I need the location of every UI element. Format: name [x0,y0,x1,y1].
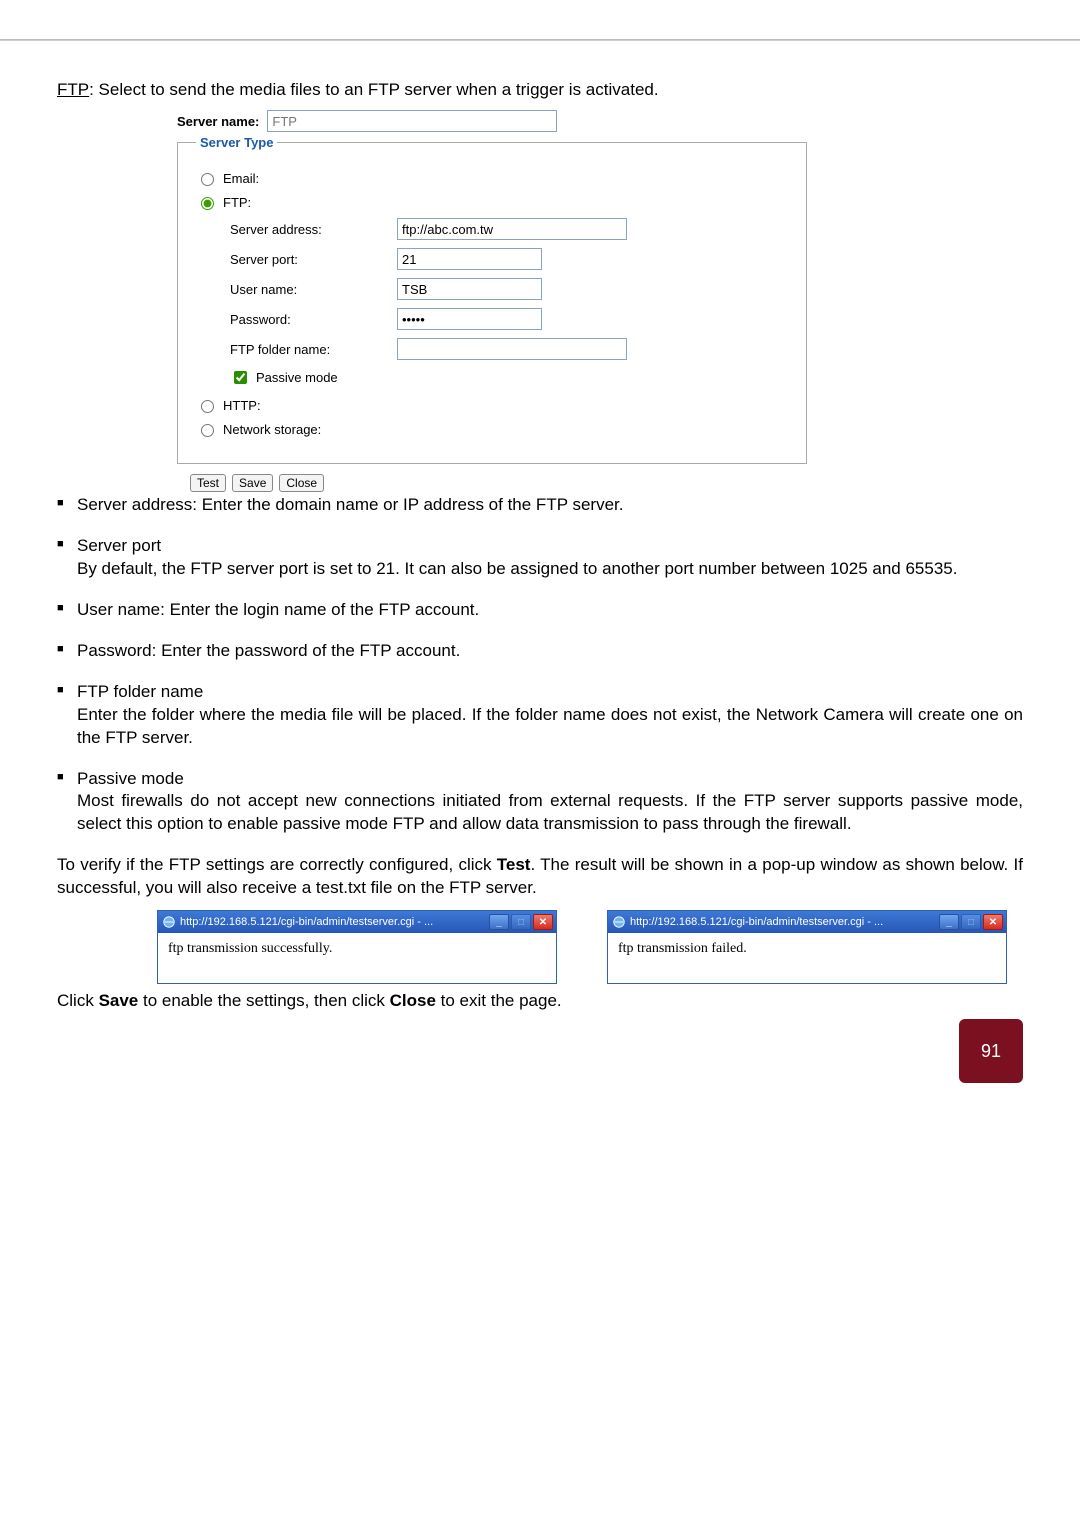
server-address-label: Server address: [230,222,385,237]
radio-email-label: Email: [223,171,259,186]
intro-text: : Select to send the media files to an F… [89,80,658,99]
ie-icon [162,915,176,929]
ftp-folder-input[interactable] [397,338,627,360]
test-button[interactable]: Test [190,474,226,492]
maximize-icon[interactable]: □ [961,914,981,930]
popup-url: http://192.168.5.121/cgi-bin/admin/tests… [630,916,935,928]
minimize-icon[interactable]: _ [939,914,959,930]
save-button[interactable]: Save [232,474,273,492]
ftp-folder-label: FTP folder name: [230,342,385,357]
close-icon[interactable]: ✕ [983,914,1003,930]
test-paragraph: To verify if the FTP settings are correc… [57,854,1023,900]
bullet-passive-mode: Passive mode Most firewalls do not accep… [57,768,1023,837]
bullet-user-name: User name: Enter the login name of the F… [57,599,1023,622]
bullet-server-port: Server port By default, the FTP server p… [57,535,1023,581]
server-address-input[interactable] [397,218,627,240]
bullet-password: Password: Enter the password of the FTP … [57,640,1023,663]
passive-mode-checkbox[interactable] [234,371,247,384]
ftp-keyword: FTP [57,80,89,99]
ie-icon [612,915,626,929]
server-port-input[interactable] [397,248,542,270]
radio-network-storage[interactable] [201,424,214,437]
passive-mode-label: Passive mode [256,370,338,385]
popup-titlebar: http://192.168.5.121/cgi-bin/admin/tests… [158,911,556,933]
user-name-input[interactable] [397,278,542,300]
radio-http-label: HTTP: [223,398,261,413]
password-label: Password: [230,312,385,327]
close-button[interactable]: Close [279,474,324,492]
bullet-ftp-folder: FTP folder name Enter the folder where t… [57,681,1023,750]
maximize-icon[interactable]: □ [511,914,531,930]
radio-ftp[interactable] [201,197,214,210]
radio-network-storage-label: Network storage: [223,422,321,437]
server-port-label: Server port: [230,252,385,267]
radio-http[interactable] [201,400,214,413]
popup-titlebar: http://192.168.5.121/cgi-bin/admin/tests… [608,911,1006,933]
radio-ftp-label: FTP: [223,195,251,210]
popup-url: http://192.168.5.121/cgi-bin/admin/tests… [180,916,485,928]
password-input[interactable] [397,308,542,330]
server-type-legend: Server Type [196,135,277,150]
header-bar [0,0,1080,40]
popup-success-body: ftp transmission successfully. [158,933,556,983]
server-name-input[interactable] [267,110,557,132]
bullet-server-address: Server address: Enter the domain name or… [57,494,1023,517]
popup-failed: http://192.168.5.121/cgi-bin/admin/tests… [607,910,1007,984]
radio-email[interactable] [201,173,214,186]
intro-line: FTP: Select to send the media files to a… [57,80,1023,100]
final-paragraph: Click Save to enable the settings, then … [57,990,1023,1013]
popup-row: http://192.168.5.121/cgi-bin/admin/tests… [157,910,1023,984]
ftp-config-panel: Server name: Server Type Email: FTP: Ser… [177,110,807,492]
page-number-badge: 91 [959,1019,1023,1083]
minimize-icon[interactable]: _ [489,914,509,930]
ftp-fields-group: Server address: Server port: User name: … [230,218,788,387]
server-type-fieldset: Server Type Email: FTP: Server address: … [177,135,807,464]
close-icon[interactable]: ✕ [533,914,553,930]
server-name-label: Server name: [177,114,259,129]
popup-success: http://192.168.5.121/cgi-bin/admin/tests… [157,910,557,984]
popup-failed-body: ftp transmission failed. [608,933,1006,983]
user-name-label: User name: [230,282,385,297]
